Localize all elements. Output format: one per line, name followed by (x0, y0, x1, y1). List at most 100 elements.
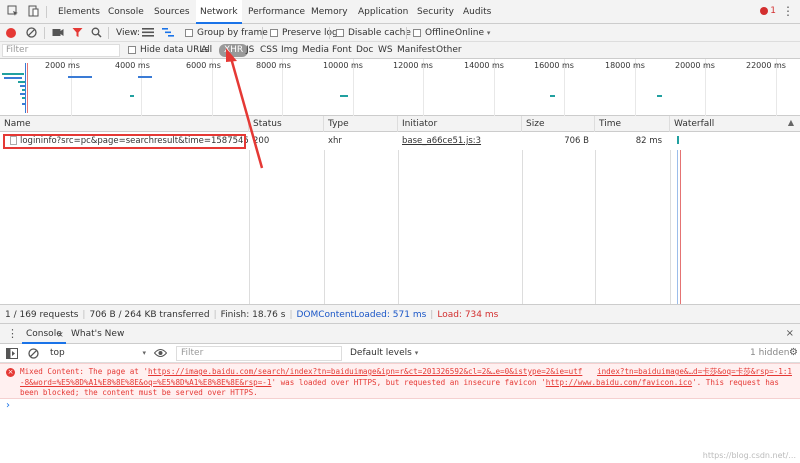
console-filter-input[interactable]: Filter (176, 346, 342, 361)
column-divider (324, 132, 325, 304)
drawer-menu-icon[interactable]: ⋮ (7, 327, 18, 340)
favicon-url-link[interactable]: http://www.baidu.com/favicon.ico (546, 378, 692, 387)
offline-checkbox[interactable]: Offline (413, 27, 455, 39)
toolbar-separator (406, 27, 407, 39)
separator: | (82, 310, 86, 320)
page-url-link-cont[interactable]: -8&word=%E5%8D%A1%E8%8E%8E&oq=%E5%8D%A1%… (20, 378, 271, 387)
tick-label: 16000 ms (534, 61, 574, 70)
console-settings-icon[interactable]: ⚙ (789, 347, 798, 358)
tab-audits[interactable]: Audits (463, 0, 491, 24)
column-header-initiator[interactable]: Initiator (398, 116, 522, 132)
disable-cache-checkbox[interactable]: Disable cache (336, 27, 411, 39)
filter-funnel-icon[interactable] (72, 27, 83, 42)
requests-table-header: Name Status Type Initiator Size Time Wat… (0, 116, 800, 132)
disable-cache-label: Disable cache (348, 28, 411, 38)
initiator-link[interactable]: base_a66ce51.js:3 (398, 132, 522, 150)
filter-input[interactable]: Filter (2, 44, 120, 57)
filter-type-img[interactable]: Img (279, 44, 300, 57)
column-header-name[interactable]: Name (0, 116, 249, 132)
filter-type-css[interactable]: CSS (258, 44, 280, 57)
checkbox-box (270, 28, 278, 37)
filter-type-manifest[interactable]: Manifest (395, 44, 437, 57)
screenshot-camera-icon[interactable] (52, 27, 64, 42)
network-toolbar: View: Group by frame Preserve log Disabl… (0, 24, 800, 42)
transferred-size: 706 B / 264 KB transferred (89, 310, 210, 320)
toolbar-separator (262, 27, 263, 39)
console-prompt[interactable]: › (6, 400, 10, 411)
time-cell: 82 ms (635, 136, 662, 146)
preserve-log-checkbox[interactable]: Preserve log (270, 27, 338, 39)
group-by-frame-checkbox[interactable]: Group by frame (185, 27, 268, 39)
waterfall-overview-icon[interactable] (162, 27, 174, 42)
tab-memory[interactable]: Memory (311, 0, 348, 24)
filter-type-all[interactable]: All (199, 44, 214, 57)
clear-console-icon[interactable] (28, 348, 39, 362)
tab-sources[interactable]: Sources (154, 0, 190, 24)
tab-network[interactable]: Network (196, 0, 242, 24)
tab-security[interactable]: Security (417, 0, 454, 24)
column-divider (595, 132, 596, 304)
tick-label: 8000 ms (256, 61, 291, 70)
chevron-down-icon: ▾ (486, 29, 491, 37)
sidebar-toggle-icon[interactable] (6, 348, 18, 362)
size-cell: 706 B (564, 136, 589, 146)
column-header-size[interactable]: Size (522, 116, 595, 132)
large-rows-icon[interactable] (142, 27, 154, 42)
group-by-frame-label: Group by frame (197, 28, 268, 38)
page-url-link[interactable]: https://image.baidu.com/search/index?tn=… (148, 367, 582, 376)
close-drawer-icon[interactable]: × (786, 328, 794, 339)
chevron-down-icon: ▾ (142, 349, 146, 357)
search-icon[interactable] (91, 27, 102, 42)
context-select[interactable]: top ▾ (50, 347, 146, 360)
filter-type-media[interactable]: Media (300, 44, 331, 57)
throttling-value: Online (455, 28, 485, 38)
drawer-tab-whats-new[interactable]: What's New (71, 324, 124, 344)
column-header-status[interactable]: Status (249, 116, 324, 132)
timeline-bar (68, 76, 92, 78)
more-menu-icon[interactable]: ⋮ (782, 4, 794, 18)
console-toolbar: top ▾ Filter Default levels ▾ 1 hidden ⚙ (0, 344, 800, 363)
column-header-waterfall[interactable]: Waterfall (670, 116, 800, 132)
record-button[interactable] (6, 28, 16, 38)
filter-type-font[interactable]: Font (330, 44, 354, 57)
inspect-element-icon[interactable] (6, 5, 20, 19)
filter-type-ws[interactable]: WS (376, 44, 395, 57)
error-source-link[interactable]: index?tn=baiduimage&…d=卡莎&oq=卡莎&rsp=-1:1 (597, 367, 792, 378)
dom-content-loaded-time: DOMContentLoaded: 571 ms (296, 310, 427, 320)
chevron-down-icon: ▾ (414, 349, 419, 357)
status-cell: 200 (253, 136, 270, 146)
error-count: 1 (770, 6, 776, 16)
toolbar-separator (108, 27, 109, 39)
throttling-select[interactable]: Online ▾ (455, 27, 490, 39)
devtools-tabbar: Elements Console Sources Network Perform… (0, 0, 800, 24)
tick-label: 10000 ms (323, 61, 363, 70)
separator: | (289, 310, 293, 320)
log-levels-select[interactable]: Default levels ▾ (350, 348, 418, 358)
view-label: View: (116, 28, 140, 38)
live-expression-eye-icon[interactable] (153, 348, 168, 361)
close-tab-icon[interactable]: × (57, 330, 64, 339)
error-text: Mixed Content: The page at ' (20, 367, 149, 376)
filter-type-doc[interactable]: Doc (354, 44, 375, 57)
tab-performance[interactable]: Performance (248, 0, 305, 24)
filter-type-other[interactable]: Other (434, 44, 464, 57)
tab-elements[interactable]: Elements (58, 0, 100, 24)
tick-label: 22000 ms (746, 61, 786, 70)
filter-type-js[interactable]: JS (244, 44, 256, 57)
requests-count: 1 / 169 requests (5, 310, 79, 320)
sort-arrow-icon: ▲ (787, 118, 794, 127)
tab-console[interactable]: Console (108, 0, 144, 24)
tick-label: 20000 ms (675, 61, 715, 70)
error-count-badge[interactable]: 1 (760, 6, 776, 16)
device-toolbar-icon[interactable] (26, 5, 40, 19)
clear-icon[interactable] (26, 27, 37, 42)
network-summary-bar: 1 / 169 requests | 706 B / 264 KB transfer… (0, 304, 800, 324)
column-header-type[interactable]: Type (324, 116, 398, 132)
timeline-bar (130, 95, 134, 97)
column-header-time[interactable]: Time (595, 116, 670, 132)
offline-label: Offline (425, 28, 455, 38)
tab-application[interactable]: Application (358, 0, 408, 24)
timeline-overview[interactable]: 2000 ms 4000 ms 6000 ms 8000 ms 10000 ms… (0, 59, 800, 116)
column-divider (249, 132, 250, 304)
console-error-message: × Mixed Content: The page at 'https://im… (0, 363, 800, 399)
